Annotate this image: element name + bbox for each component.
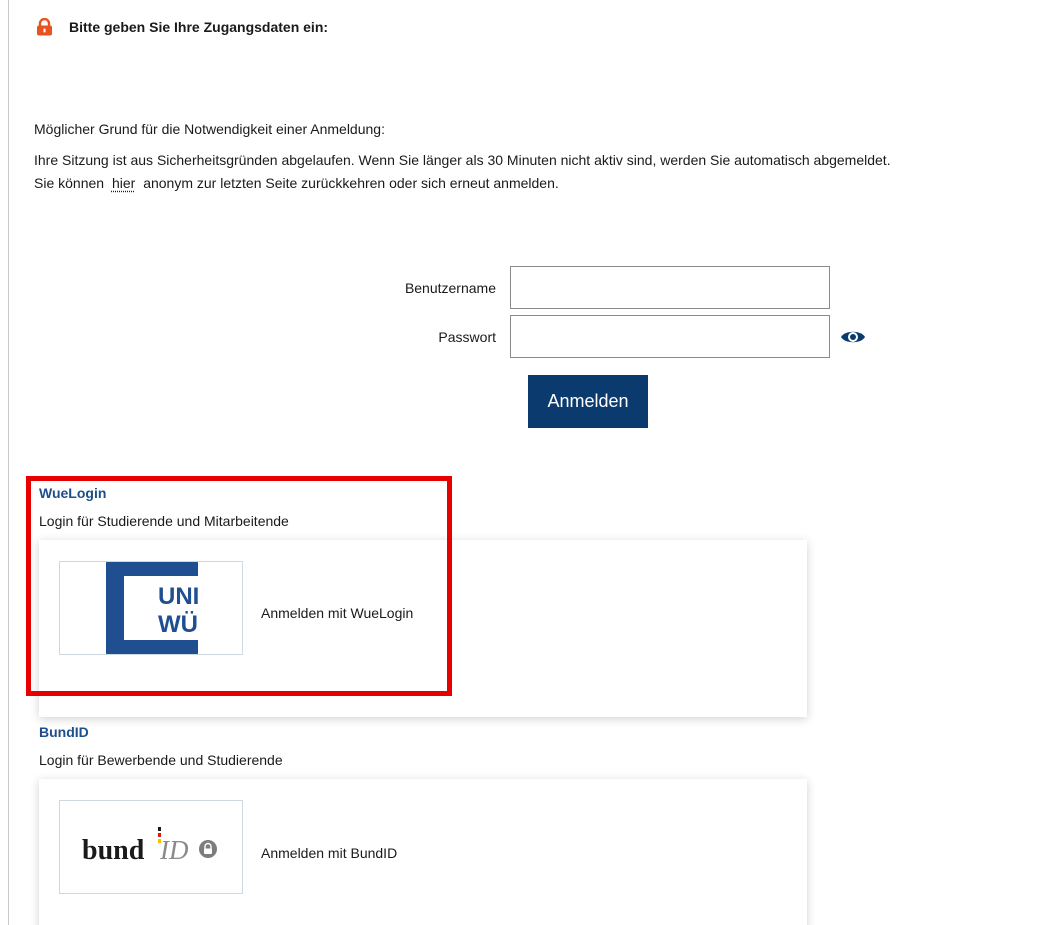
bundid-card[interactable]: bund ID Anmelden mit BundID <box>39 779 807 925</box>
wuelogin-title: WueLogin <box>39 485 107 501</box>
wuelogin-logo-box: UNI WÜ <box>59 561 243 655</box>
bundid-logo-box: bund ID <box>59 800 243 894</box>
password-label: Passwort <box>438 328 496 345</box>
reason-line-2: Sie können hier anonym zur letzten Seite… <box>34 172 891 195</box>
uni-logo-line-1: UNI <box>158 583 198 610</box>
reason-line-2-end: anonym zur letzten Seite zurückkehren od… <box>143 175 559 191</box>
return-anonymous-link[interactable]: hier <box>112 175 135 191</box>
login-notice: Bitte geben Sie Ihre Zugangsdaten ein: <box>36 18 328 36</box>
wuelogin-card[interactable]: UNI WÜ Anmelden mit WueLogin <box>39 540 807 717</box>
login-page: Bitte geben Sie Ihre Zugangsdaten ein: M… <box>0 0 1052 925</box>
username-row: Benutzername <box>210 266 830 309</box>
id-logo-word: ID <box>159 835 189 865</box>
reason-line-1: Ihre Sitzung ist aus Sicherheitsgründen … <box>34 152 891 168</box>
uni-wuerzburg-logo: UNI WÜ <box>106 562 198 654</box>
password-row: Passwort <box>210 315 866 358</box>
bund-logo-word: bund <box>82 835 145 866</box>
bundid-subtitle: Login für Bewerbende und Studierende <box>39 752 283 768</box>
left-divider <box>8 0 9 925</box>
uni-logo-line-2: WÜ <box>158 611 198 638</box>
notice-text: Bitte geben Sie Ihre Zugangsdaten ein: <box>69 19 329 35</box>
password-field[interactable] <box>510 315 830 358</box>
bundid-action[interactable]: Anmelden mit BundID <box>261 845 397 861</box>
wuelogin-action[interactable]: Anmelden mit WueLogin <box>261 605 413 621</box>
username-label: Benutzername <box>404 279 496 296</box>
bundid-logo: bund ID <box>82 827 217 866</box>
reason-line-2-start: Sie können <box>34 175 105 191</box>
lock-icon <box>37 18 52 36</box>
show-password-eye-icon[interactable] <box>840 328 866 346</box>
bundid-title: BundID <box>39 724 89 740</box>
session-reason: Möglicher Grund für die Notwendigkeit ei… <box>34 118 891 195</box>
reason-heading: Möglicher Grund für die Notwendigkeit ei… <box>34 121 385 137</box>
username-field[interactable] <box>510 266 830 309</box>
login-button[interactable]: Anmelden <box>528 375 648 428</box>
wuelogin-subtitle: Login für Studierende und Mitarbeitende <box>39 513 289 529</box>
